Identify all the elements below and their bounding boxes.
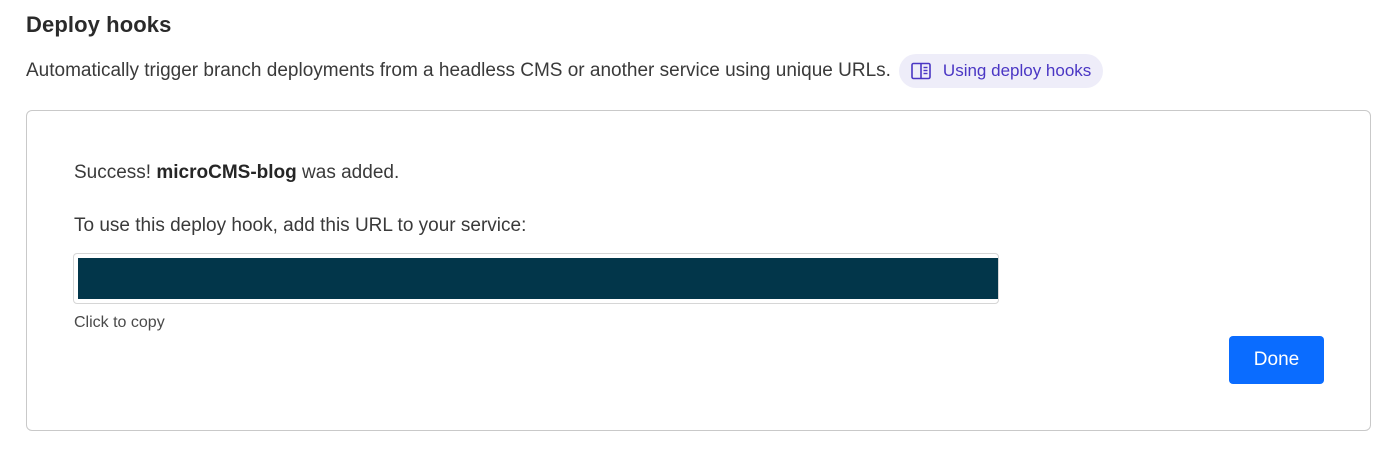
url-instruction: To use this deploy hook, add this URL to… [74, 215, 527, 236]
description-row: Automatically trigger branch deployments… [26, 54, 1104, 88]
section-description: Automatically trigger branch deployments… [26, 60, 891, 81]
section-title: Deploy hooks [26, 12, 172, 37]
deploy-hook-url-field[interactable] [73, 253, 999, 304]
using-deploy-hooks-link[interactable]: Using deploy hooks [898, 54, 1104, 88]
hook-name: microCMS-blog [156, 162, 297, 183]
deploy-hooks-section: Deploy hooks Automatically trigger branc… [0, 0, 1400, 462]
success-message: Success! microCMS-blog was added. [74, 162, 399, 184]
deploy-hook-success-card: Success! microCMS-blog was added. To use… [26, 110, 1371, 431]
done-button[interactable]: Done [1229, 336, 1324, 384]
success-prefix: Success! [74, 162, 152, 183]
copy-hint: Click to copy [74, 314, 165, 331]
book-icon [911, 62, 931, 80]
deploy-hook-url-redacted [78, 258, 998, 299]
success-suffix: was added. [302, 162, 400, 183]
using-deploy-hooks-label: Using deploy hooks [942, 61, 1092, 80]
